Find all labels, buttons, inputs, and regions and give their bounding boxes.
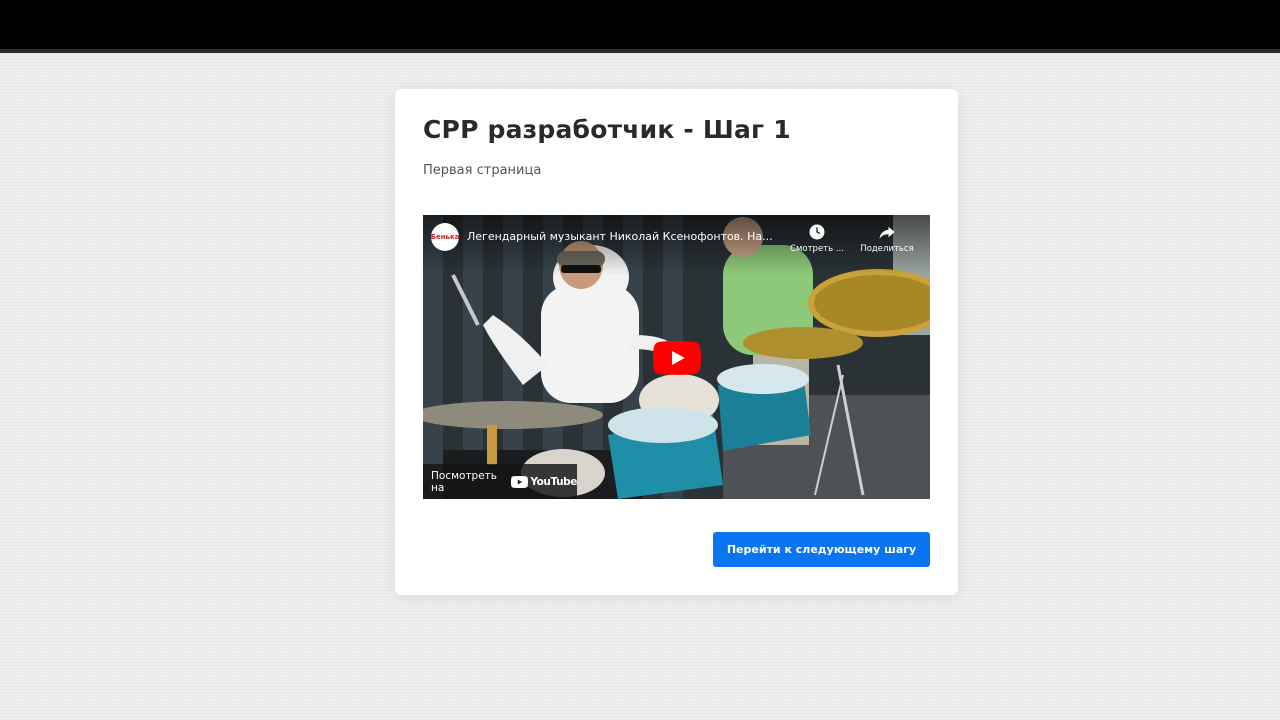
clock-icon [809,224,825,240]
share-icon [879,226,895,239]
youtube-logo-text: YouTube [530,475,577,488]
watch-on-label: Посмотреть на [431,469,497,494]
next-step-button[interactable]: Перейти к следующему шагу [713,532,930,567]
page-title: CPP разработчик - Шаг 1 [423,115,791,144]
step-card: CPP разработчик - Шаг 1 Первая страница [395,89,958,595]
youtube-video-embed[interactable]: Бенька Легендарный музыкант Николай Ксен… [423,215,930,499]
watch-later-button[interactable]: Смотреть ... [787,223,847,254]
play-icon[interactable] [653,341,701,375]
share-button[interactable]: Поделиться [855,223,919,254]
watch-later-label: Смотреть ... [790,244,844,254]
page-subtitle: Первая страница [423,163,542,178]
youtube-logo-icon [511,475,529,488]
browser-top-bar [0,0,1280,53]
video-top-gradient [423,215,930,275]
video-title[interactable]: Легендарный музыкант Николай Ксенофонтов… [467,230,779,243]
channel-avatar[interactable]: Бенька [431,223,459,251]
watch-on-youtube-button[interactable]: Посмотреть на YouTube [423,464,577,499]
share-label: Поделиться [860,244,914,254]
youtube-logo: YouTube [511,475,577,488]
channel-avatar-text: Бенька [431,233,459,241]
